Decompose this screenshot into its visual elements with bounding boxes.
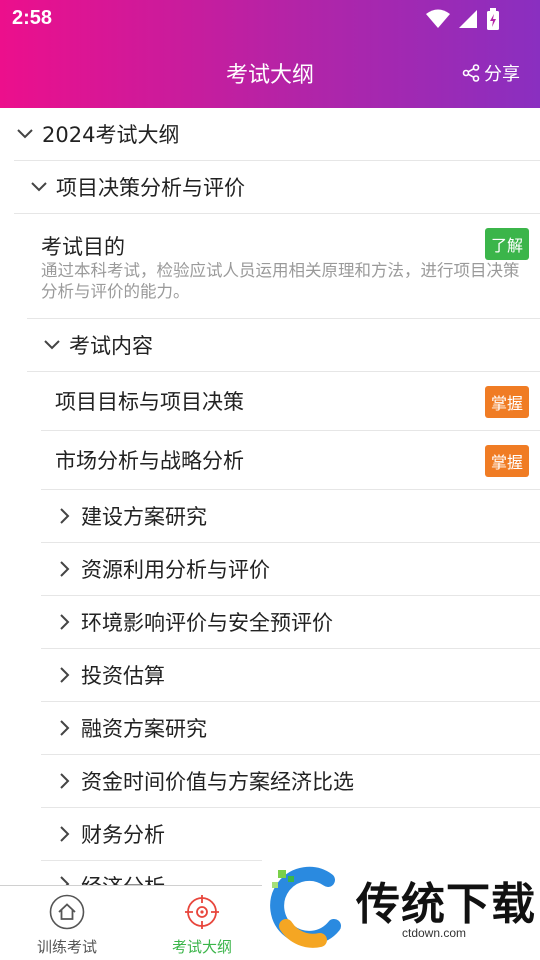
outline-root[interactable]: 2024考试大纲 [14, 108, 540, 161]
chevron-right-icon [53, 505, 75, 527]
chevron-right-icon [53, 558, 75, 580]
collapsed-item-label: 财务分析 [81, 823, 165, 847]
collapsed-item[interactable]: 投资估算 [41, 649, 540, 702]
outline-section-label: 项目决策分析与评价 [56, 176, 245, 200]
chevron-down-icon [28, 176, 50, 198]
collapsed-item[interactable]: 融资方案研究 [41, 702, 540, 755]
chevron-right-icon [53, 770, 75, 792]
share-label: 分享 [484, 64, 520, 85]
collapsed-item[interactable]: 环境影响评价与安全预评价 [41, 596, 540, 649]
collapsed-item-label: 融资方案研究 [81, 717, 207, 741]
app-header: 2:58 考试大纲 分享 [0, 0, 540, 108]
collapsed-item-label: 资源利用分析与评价 [81, 558, 270, 582]
objective-item[interactable]: 考试目的 了解 通过本科考试，检验应试人员运用相关原理和方法，进行项目决策分析与… [27, 214, 540, 319]
content-header-label: 考试内容 [69, 334, 153, 358]
chevron-right-icon [53, 611, 75, 633]
page-title: 考试大纲 [225, 63, 314, 88]
collapsed-item[interactable]: 资源利用分析与评价 [41, 543, 540, 596]
share-icon [462, 64, 480, 82]
collapsed-item-label: 资金时间价值与方案经济比选 [81, 770, 354, 794]
watermark-text: 传统下载 [356, 879, 536, 930]
status-icons [426, 8, 500, 30]
content-header[interactable]: 考试内容 [27, 319, 540, 372]
outline-section[interactable]: 项目决策分析与评价 [14, 161, 540, 214]
objective-description: 通过本科考试，检验应试人员运用相关原理和方法，进行项目决策分析与评价的能力。 [41, 261, 520, 301]
chevron-down-icon [14, 123, 36, 145]
nav-label-training: 训练考试 [36, 938, 97, 956]
chevron-down-icon [41, 334, 63, 356]
collapsed-item[interactable]: 资金时间价值与方案经济比选 [41, 755, 540, 808]
signal-icon [459, 10, 477, 28]
outline-root-label: 2024考试大纲 [42, 123, 180, 147]
collapsed-item-label: 投资估算 [81, 664, 165, 688]
chevron-right-icon [53, 717, 75, 739]
objective-title: 考试目的 [41, 235, 125, 259]
master-badge: 掌握 [484, 386, 529, 418]
outline-tree: 2024考试大纲 项目决策分析与评价 考试目的 了解 通过本科考试，检验应试人员… [0, 108, 540, 885]
collapsed-item-label: 建设方案研究 [81, 505, 207, 529]
collapsed-item[interactable]: 财务分析 [41, 808, 540, 861]
watermark: 传统下载 ctdown.com [262, 858, 540, 960]
chevron-right-icon [53, 873, 75, 885]
collapsed-item-label: 环境影响评价与安全预评价 [81, 611, 333, 635]
understand-badge: 了解 [484, 228, 529, 260]
mastery-item-label: 市场分析与战略分析 [55, 449, 244, 473]
mastery-item[interactable]: 项目目标与项目决策 掌握 [41, 372, 540, 431]
nav-item-training[interactable]: 训练考试 [12, 894, 122, 957]
mastery-item-label: 项目目标与项目决策 [55, 390, 244, 414]
collapsed-item[interactable]: 建设方案研究 [41, 490, 540, 543]
status-time: 2:58 [12, 7, 53, 29]
wifi-icon [426, 9, 450, 28]
watermark-url: ctdown.com [402, 926, 467, 940]
mastery-item[interactable]: 市场分析与战略分析 掌握 [41, 431, 540, 490]
status-bar: 2:58 [0, 0, 540, 40]
master-badge: 掌握 [484, 445, 529, 477]
watermark-logo [270, 866, 341, 948]
home-icon [49, 894, 85, 930]
nav-label-outline: 考试大纲 [171, 938, 232, 956]
target-icon [185, 895, 219, 929]
battery-icon [487, 8, 499, 30]
nav-item-outline[interactable]: 考试大纲 [147, 894, 257, 957]
chevron-right-icon [53, 664, 75, 686]
chevron-right-icon [53, 823, 75, 845]
collapsed-item-label: 经济分析 [81, 871, 165, 885]
share-button[interactable]: 分享 [462, 60, 520, 86]
